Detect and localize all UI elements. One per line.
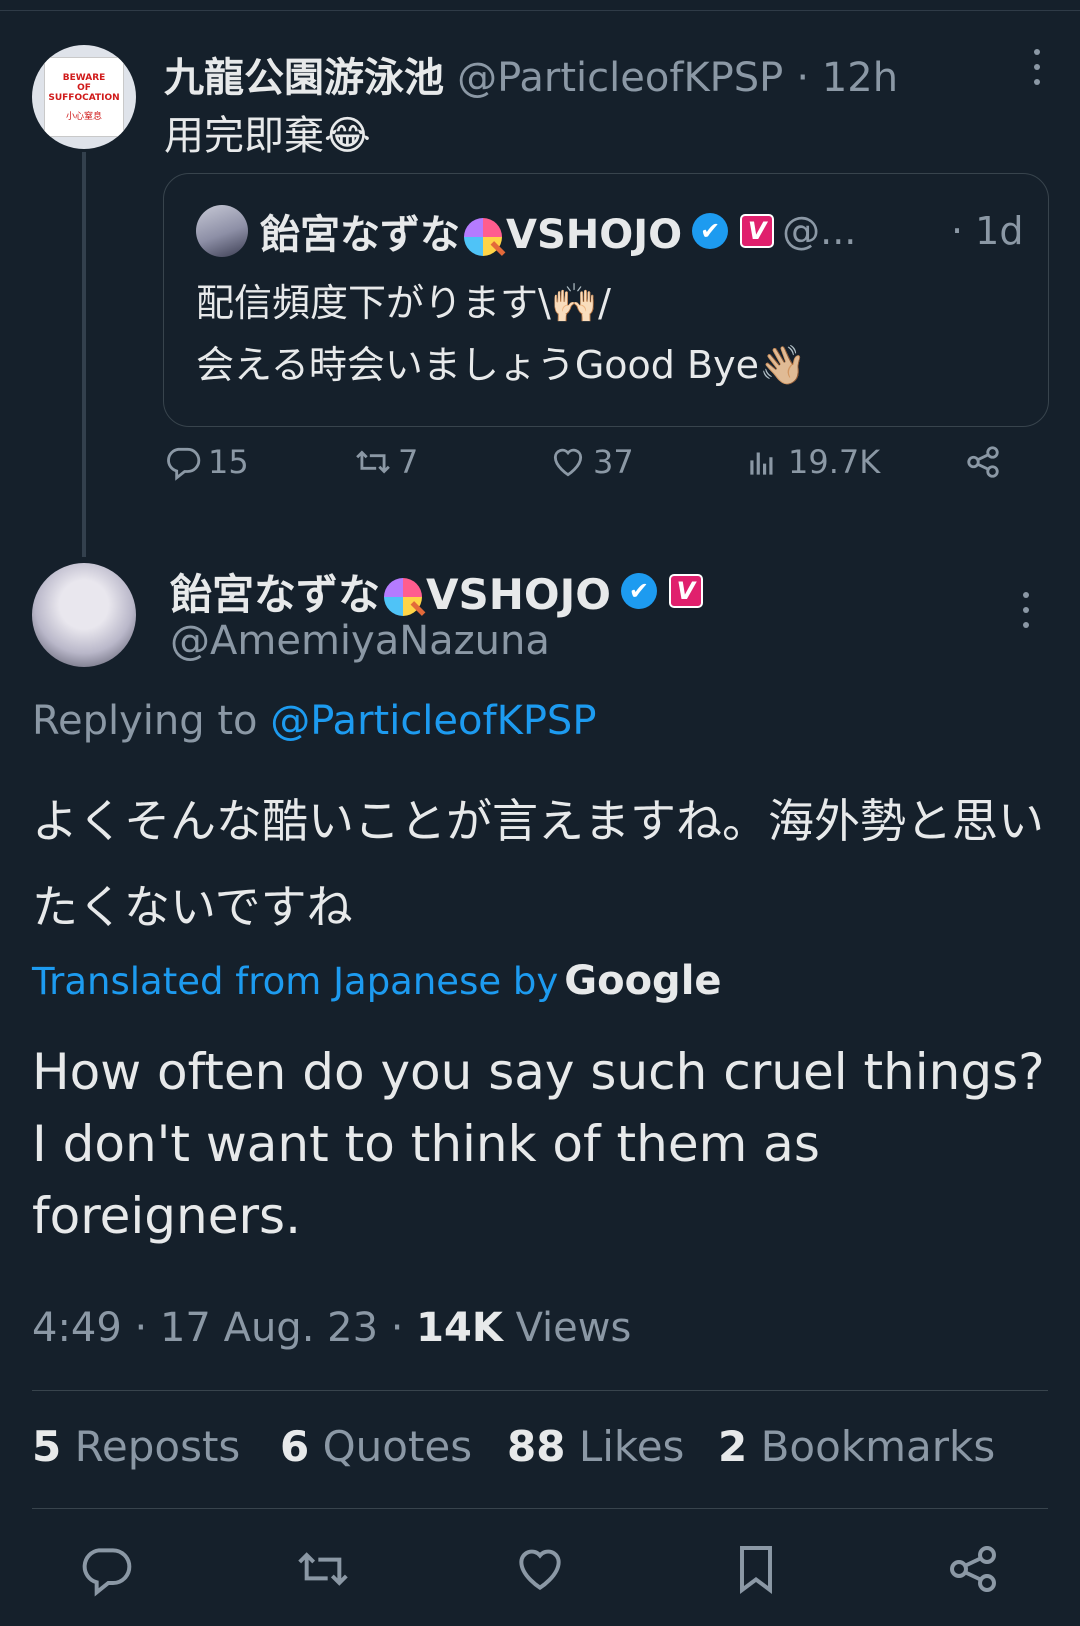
like-icon bbox=[519, 1549, 561, 1591]
like-button[interactable] bbox=[512, 1541, 568, 1597]
likes-stat[interactable]: 88 Likes bbox=[507, 1422, 684, 1471]
more-icon[interactable] bbox=[1030, 45, 1044, 89]
quoted-display-name: 飴宮なずな VSHOJO bbox=[260, 202, 682, 260]
focal-handle[interactable]: @AmemiyaNazuna bbox=[170, 618, 550, 664]
google-logo: Google bbox=[564, 958, 722, 1004]
reply-button[interactable]: 15 bbox=[164, 440, 249, 484]
quoted-tweet[interactable]: 飴宮なずな VSHOJO ✔ V @... · 1d 配信頻度下がります\🙌🏻/ … bbox=[163, 173, 1049, 427]
share-icon bbox=[967, 446, 999, 478]
views-icon bbox=[750, 452, 773, 475]
focal-display-name[interactable]: 飴宮なずな VSHOJO bbox=[170, 561, 611, 622]
reply-icon bbox=[167, 447, 201, 481]
views-count: 19.7K bbox=[788, 443, 881, 481]
bookmark-button[interactable] bbox=[728, 1541, 784, 1597]
translated-label: Translated from Japanese by bbox=[32, 960, 559, 1003]
quoted-handle: @... bbox=[782, 209, 857, 253]
views-count-bold: 14K bbox=[416, 1305, 503, 1351]
sign-line-1: BEWARE bbox=[62, 72, 106, 83]
sign-line-4: 小心窒息 bbox=[65, 111, 102, 122]
parent-time[interactable]: · 12h bbox=[796, 55, 898, 101]
focal-text-english: How often do you say such cruel things? … bbox=[32, 1043, 1045, 1245]
divider bbox=[32, 1390, 1048, 1391]
reply-button[interactable] bbox=[78, 1541, 134, 1597]
views-label: Views bbox=[515, 1305, 632, 1351]
quoted-time: · 1d bbox=[951, 209, 1024, 253]
suffocation-sign-image: BEWARE OF SUFFOCATION 小心窒息 bbox=[44, 57, 124, 137]
focal-name-line: 飴宮なずな VSHOJO ✔ V bbox=[170, 562, 703, 620]
repost-button[interactable] bbox=[295, 1541, 351, 1597]
more-icon[interactable] bbox=[1019, 588, 1033, 632]
reposts-count: 5 bbox=[32, 1422, 62, 1471]
quoted-name-part2: VSHOJO bbox=[506, 212, 683, 258]
quotes-label: Quotes bbox=[322, 1422, 473, 1471]
tweet-page: BEWARE OF SUFFOCATION 小心窒息 九龍公園游泳池 @Part… bbox=[0, 0, 1080, 1626]
quoted-avatar bbox=[196, 205, 248, 257]
divider bbox=[0, 10, 1080, 11]
verified-icon: ✔ bbox=[692, 213, 729, 249]
quotes-count: 6 bbox=[280, 1422, 310, 1471]
quoted-text-line-1: 配信頻度下がります\🙌🏻/ bbox=[196, 281, 611, 325]
reposts-stat[interactable]: 5 Reposts bbox=[32, 1422, 240, 1471]
repost-button[interactable]: 7 bbox=[354, 440, 418, 484]
translation-attribution[interactable]: Translated from Japanese by Google bbox=[32, 958, 722, 1004]
quotes-stat[interactable]: 6 Quotes bbox=[280, 1422, 472, 1471]
divider bbox=[32, 1508, 1048, 1509]
parent-display-name[interactable]: 九龍公園游泳池 bbox=[164, 55, 444, 101]
likes-label: Likes bbox=[578, 1422, 685, 1471]
focal-name-part2: VSHOJO bbox=[426, 569, 611, 619]
bookmarks-count: 2 bbox=[718, 1422, 748, 1471]
vshojo-badge-icon: V bbox=[668, 574, 703, 608]
parent-header: 九龍公園游泳池 @ParticleofKPSP · 12h bbox=[164, 45, 1044, 101]
likes-count: 88 bbox=[507, 1422, 566, 1471]
focal-name-part1: 飴宮なずな bbox=[170, 569, 381, 619]
replying-to: Replying to @ParticleofKPSP bbox=[32, 698, 596, 744]
repost-icon bbox=[356, 450, 390, 474]
verified-icon: ✔ bbox=[620, 573, 657, 609]
lollipop-icon bbox=[464, 218, 502, 256]
vshojo-badge-icon: V bbox=[740, 214, 775, 248]
share-button[interactable] bbox=[945, 1541, 1001, 1597]
parent-avatar[interactable]: BEWARE OF SUFFOCATION 小心窒息 bbox=[32, 45, 136, 149]
repost-icon bbox=[298, 1552, 348, 1586]
thread-connector bbox=[82, 152, 86, 557]
lollipop-icon bbox=[384, 578, 423, 616]
share-button[interactable] bbox=[964, 440, 1008, 484]
bookmarks-stat[interactable]: 2 Bookmarks bbox=[718, 1422, 995, 1471]
reply-count: 15 bbox=[208, 443, 249, 481]
focal-avatar[interactable] bbox=[32, 563, 136, 667]
quoted-text: 配信頻度下がります\🙌🏻/ 会える時会いましょうGood Bye👋🏼 bbox=[196, 272, 806, 396]
focal-action-bar bbox=[0, 1535, 1080, 1605]
reposts-label: Reposts bbox=[74, 1422, 241, 1471]
share-icon bbox=[950, 1546, 996, 1592]
quoted-text-line-2: 会える時会いましょうGood Bye👋🏼 bbox=[196, 343, 807, 387]
reply-icon bbox=[82, 1548, 132, 1597]
sign-line-2: OF bbox=[77, 82, 91, 93]
bookmarks-label: Bookmarks bbox=[760, 1422, 996, 1471]
like-button[interactable]: 37 bbox=[549, 440, 634, 484]
quoted-header: 飴宮なずな VSHOJO ✔ V @... · 1d bbox=[196, 202, 1023, 260]
like-count: 37 bbox=[593, 443, 634, 481]
replying-handle-link[interactable]: @ParticleofKPSP bbox=[270, 698, 596, 744]
like-icon bbox=[553, 448, 583, 477]
views-button[interactable]: 19.7K bbox=[744, 440, 880, 484]
focal-text-japanese: よくそんな酷いことが言えますね。海外勢と思いたくないですね bbox=[32, 794, 1044, 934]
parent-handle[interactable]: @ParticleofKPSP bbox=[457, 55, 783, 101]
quoted-name-part1: 飴宮なずな bbox=[260, 212, 460, 258]
tweet-timestamp: 4:49 · 17 Aug. 23 · 14K Views bbox=[32, 1305, 631, 1351]
bookmark-icon bbox=[740, 1546, 772, 1594]
timestamp-text[interactable]: 4:49 · 17 Aug. 23 · bbox=[32, 1305, 403, 1351]
parent-text: 用完即棄😂 bbox=[164, 113, 371, 159]
parent-action-bar: 15 7 37 19.7K bbox=[164, 440, 1044, 484]
sign-line-3: SUFFOCATION bbox=[48, 92, 120, 103]
repost-count: 7 bbox=[398, 443, 419, 481]
replying-prefix: Replying to bbox=[32, 698, 258, 744]
